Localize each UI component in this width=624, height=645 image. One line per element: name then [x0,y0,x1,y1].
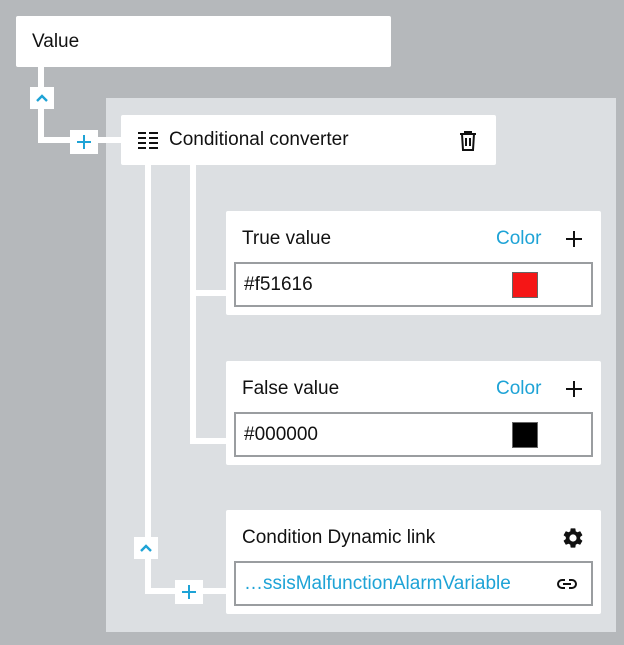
chevron-up-icon [36,94,48,102]
plus-icon [182,585,196,599]
condition-label: Condition Dynamic link [242,527,436,548]
plus-icon[interactable] [565,230,583,248]
true-value-text: #f51616 [244,273,313,295]
plus-icon [77,135,91,149]
true-value-label: True value [242,228,332,249]
true-value-panel: True value Color #f51616 [226,211,601,315]
chevron-up-icon [140,544,152,552]
true-value-type-link[interactable]: Color [496,228,541,250]
true-value-field[interactable]: #f51616 [234,262,593,307]
connector-line [190,164,196,444]
value-node[interactable]: Value [16,16,391,67]
false-value-field[interactable]: #000000 [234,412,593,457]
list-icon [138,132,158,149]
connector-line [145,164,151,594]
false-value-label: False value [242,378,340,399]
collapse-toggle[interactable] [134,537,158,559]
condition-panel: Condition Dynamic link …ssisMalfunctionA… [226,510,601,614]
trash-icon[interactable] [459,130,477,151]
connector-line [190,438,228,444]
color-swatch[interactable] [512,422,538,448]
color-swatch[interactable] [512,272,538,298]
dynamic-link-value: …ssisMalfunctionAlarmVariable [244,572,511,594]
collapse-toggle[interactable] [30,87,54,109]
dynamic-link-field[interactable]: …ssisMalfunctionAlarmVariable [234,561,593,606]
false-value-panel: False value Color #000000 [226,361,601,465]
converter-header[interactable]: Conditional converter [121,115,496,165]
value-node-label: Value [32,30,80,52]
link-icon[interactable] [556,578,578,590]
connector-line [190,290,228,296]
converter-title: Conditional converter [169,129,349,150]
add-button[interactable] [175,580,203,604]
add-button[interactable] [70,130,98,154]
false-value-type-link[interactable]: Color [496,378,541,400]
gear-icon[interactable] [561,526,585,550]
false-value-text: #000000 [244,423,318,445]
plus-icon[interactable] [565,380,583,398]
